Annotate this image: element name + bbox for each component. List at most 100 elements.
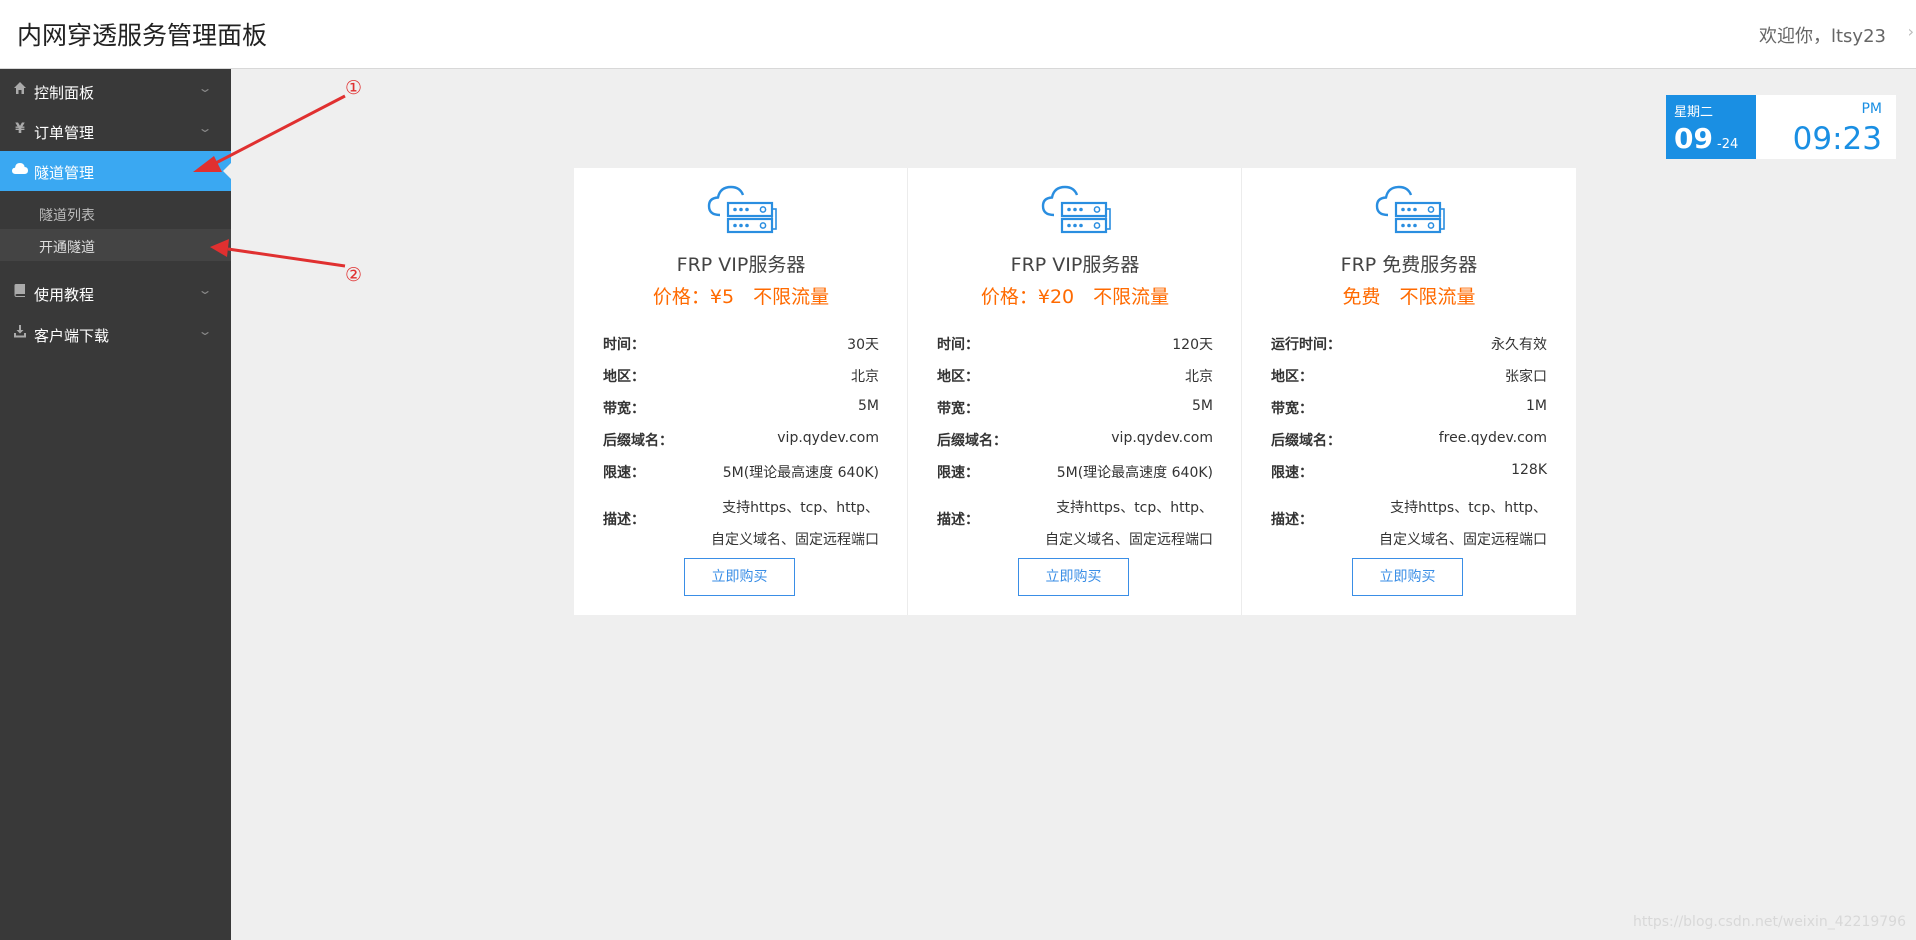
spec-value: vip.qydev.com <box>1111 430 1213 446</box>
spec-value: 120天 <box>1172 337 1213 353</box>
chevron-down-icon: ⌄ <box>197 283 213 297</box>
sidebar-item-dashboard[interactable]: 控制面板 ⌄ <box>0 71 231 111</box>
server-card: FRP VIP服务器 价格：¥5 不限流量 时间： 30天 地区： 北京 带宽： 5M… <box>574 168 908 615</box>
subitem-open-tunnel[interactable]: 开通隧道 <box>0 229 231 261</box>
cloud-server-icon <box>1375 185 1445 234</box>
clock-widget: 星期二 09 -24 PM 09:23 <box>1666 95 1896 159</box>
buy-now-button[interactable]: 立即购买 <box>1352 558 1463 596</box>
top-header: 内网穿透服务管理面板 欢迎你，ltsy23 › <box>0 0 1916 69</box>
annotation-label-two: ② <box>345 264 363 286</box>
spec-value: 张家口 <box>1505 369 1547 385</box>
spec-key: 限速： <box>1271 465 1313 481</box>
spec-key: 限速： <box>937 465 979 481</box>
buy-now-button[interactable]: 立即购买 <box>1018 558 1129 596</box>
chevron-down-icon: ⌄ <box>197 81 213 95</box>
subitem-tunnel-list[interactable]: 隧道列表 <box>0 197 231 229</box>
desc-line: 自定义域名、固定远程端口 <box>1045 532 1213 548</box>
desc-line: 支持https、tcp、http、 <box>1056 500 1213 516</box>
spec-row: 限速： 5M(理论最高速度 640K) <box>603 459 879 483</box>
spec-row-description: 描述： 支持https、tcp、http、自定义域名、固定远程端口 <box>937 489 1213 549</box>
desc-line: 支持https、tcp、http、 <box>1390 500 1547 516</box>
spec-value: 支持https、tcp、http、自定义域名、固定远程端口 <box>1045 492 1213 556</box>
chevron-down-icon: ⌄ <box>197 121 213 135</box>
date-panel: 星期二 09 -24 <box>1666 95 1756 159</box>
plan-price: 价格：¥20 不限流量 <box>980 286 1170 308</box>
chevron-right-icon: › <box>1907 22 1914 41</box>
spec-key: 后缀域名： <box>937 433 1007 449</box>
buy-now-button[interactable]: 立即购买 <box>684 558 795 596</box>
plan-price: 免费 不限流量 <box>1342 286 1476 308</box>
spec-row: 后缀域名： vip.qydev.com <box>937 427 1213 451</box>
spec-value: 5M(理论最高速度 640K) <box>1056 465 1213 481</box>
sidebar-item-orders[interactable]: ¥ 订单管理 ⌄ <box>0 111 231 151</box>
page-title: 内网穿透服务管理面板 <box>17 21 268 50</box>
spec-row-description: 描述： 支持https、tcp、http、 自定义域名、固定远程端口 <box>1271 489 1547 549</box>
sidebar-item-tutorial[interactable]: 使用教程 ⌄ <box>0 273 231 313</box>
spec-key: 带宽： <box>1271 401 1313 417</box>
spec-row: 带宽： 5M <box>603 395 879 419</box>
sidebar-item-client-download[interactable]: 客户端下载 ⌄ <box>0 314 231 354</box>
chevron-down-icon: ⌄ <box>197 324 213 338</box>
spec-row: 后缀域名： free.qydev.com <box>1271 427 1547 451</box>
spec-value: 支持https、tcp、http、 自定义域名、固定远程端口 <box>1379 492 1547 556</box>
download-icon <box>11 324 29 342</box>
spec-value: 北京 <box>1185 369 1213 385</box>
spec-key: 地区： <box>937 369 979 385</box>
sidebar-item-label: 使用教程 <box>34 286 95 304</box>
spec-row: 时间： 120天 <box>937 331 1213 355</box>
plan-name: FRP VIP服务器 <box>676 254 806 276</box>
spec-row: 后缀域名： vip.qydev.com <box>603 427 879 451</box>
spec-value: vip.qydev.com <box>777 430 879 446</box>
spec-key: 后缀域名： <box>603 433 673 449</box>
spec-value: 永久有效 <box>1491 337 1547 353</box>
server-plans: FRP VIP服务器 价格：¥5 不限流量 时间： 30天 地区： 北京 带宽： 5M… <box>574 168 1576 615</box>
yen-icon: ¥ <box>15 121 25 137</box>
cloud-server-icon <box>707 185 777 234</box>
spec-value: 5M(理论最高速度 640K) <box>722 465 879 481</box>
spec-value: 北京 <box>851 369 879 385</box>
spec-key: 时间： <box>603 337 645 353</box>
spec-value: 30天 <box>847 337 879 353</box>
spec-value: 支持https、tcp、http、自定义域名、固定远程端口 <box>711 492 879 556</box>
spec-value: 128K <box>1511 462 1547 478</box>
spec-value: free.qydev.com <box>1438 430 1547 446</box>
spec-row: 限速： 5M(理论最高速度 640K) <box>937 459 1213 483</box>
spec-key: 限速： <box>603 465 645 481</box>
plan-name: FRP VIP服务器 <box>1010 254 1140 276</box>
sidebar-item-label: 隧道管理 <box>34 164 95 182</box>
spec-row: 地区： 北京 <box>937 363 1213 387</box>
spec-key: 带宽： <box>603 401 645 417</box>
annotation-label-one: ① <box>345 77 363 99</box>
book-icon <box>11 283 29 301</box>
time-display: 09:23 <box>1792 121 1882 157</box>
spec-key: 地区： <box>1271 369 1313 385</box>
server-card: FRP VIP服务器 价格：¥20 不限流量 时间： 120天 地区： 北京 带宽：… <box>908 168 1242 615</box>
spec-key: 描述： <box>603 512 645 528</box>
sidebar-item-tunnels[interactable]: 隧道管理 ⌄ <box>0 151 232 191</box>
spec-value: 1M <box>1526 398 1547 414</box>
month-number: -24 <box>1717 137 1739 152</box>
ampm-label: PM <box>1861 101 1882 117</box>
server-card: FRP 免费服务器 免费 不限流量 运行时间： 永久有效 地区： 张家口 带宽： 1M… <box>1242 168 1576 615</box>
desc-line: 支持https、tcp、http、 <box>722 500 879 516</box>
desc-line: 自定义域名、固定远程端口 <box>711 532 879 548</box>
sidebar-item-label: 客户端下载 <box>34 327 110 345</box>
plan-price: 价格：¥5 不限流量 <box>652 286 830 308</box>
spec-row: 带宽： 5M <box>937 395 1213 419</box>
cloud-icon <box>11 161 29 179</box>
spec-row: 带宽： 1M <box>1271 395 1547 419</box>
spec-key: 描述： <box>937 512 979 528</box>
spec-key: 运行时间： <box>1271 337 1341 353</box>
chevron-down-icon: ⌄ <box>197 161 213 175</box>
spec-key: 描述： <box>1271 512 1313 528</box>
plan-name: FRP 免费服务器 <box>1340 254 1478 276</box>
sidebar-item-label: 控制面板 <box>34 84 95 102</box>
spec-row: 地区： 张家口 <box>1271 363 1547 387</box>
day-number: 09 <box>1674 122 1713 155</box>
welcome-user-menu[interactable]: 欢迎你，ltsy23 <box>1759 22 1886 48</box>
subitem-label: 隧道列表 <box>39 208 95 224</box>
spec-row-description: 描述： 支持https、tcp、http、自定义域名、固定远程端口 <box>603 489 879 549</box>
spec-row: 运行时间： 永久有效 <box>1271 331 1547 355</box>
spec-row: 限速： 128K <box>1271 459 1547 483</box>
home-icon <box>11 81 29 99</box>
